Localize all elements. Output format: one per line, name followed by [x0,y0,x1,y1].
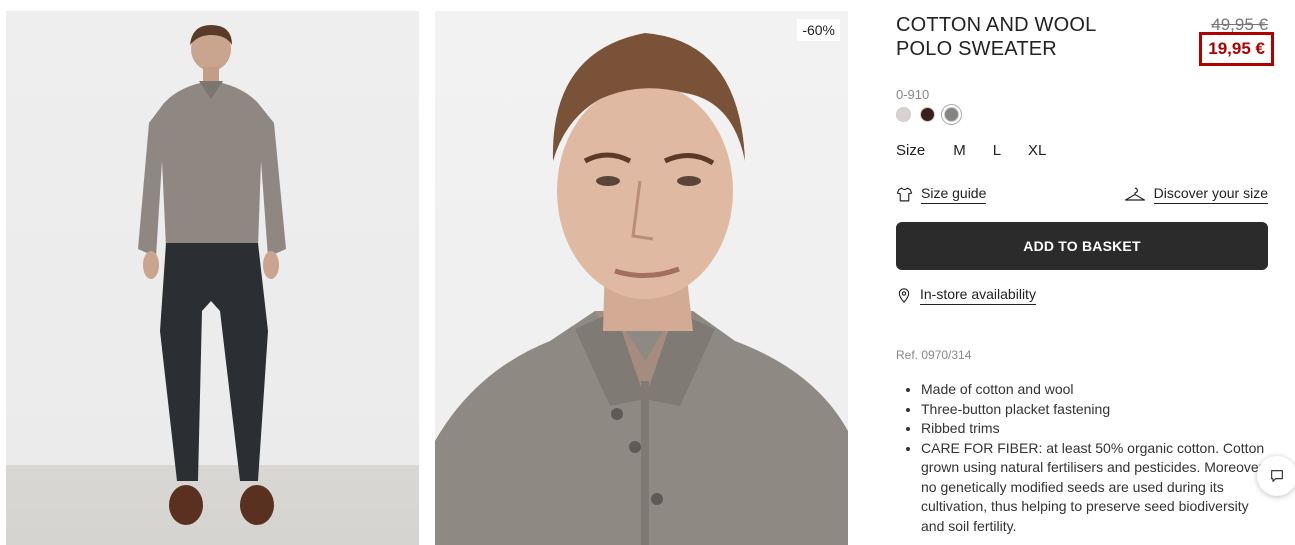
feature-item: Made of cotton and wool [921,380,1268,400]
feature-item: Three-button placket fastening [921,400,1268,420]
size-selector: Size M L XL [896,142,1073,159]
sale-price: 19,95 € [1199,32,1274,66]
discover-size-label: Discover your size [1153,185,1268,204]
hanger-icon [1124,187,1145,201]
product-image-full-body[interactable] [6,11,419,545]
product-info-panel: COTTON AND WOOL POLO SWEATER 49,95 € 19,… [896,0,1274,545]
color-swatch-grey[interactable] [944,107,959,122]
size-option-m[interactable]: M [953,142,966,159]
in-store-availability-link[interactable]: In-store availability [896,286,1036,305]
size-option-l[interactable]: L [993,142,1001,159]
color-swatch-dark-brown[interactable] [920,107,935,122]
location-pin-icon [898,288,910,304]
discover-size-link[interactable]: Discover your size [1124,185,1268,204]
discount-badge: -60% [797,19,840,41]
chat-bubble-icon [1271,470,1283,482]
model-full-body-illustration [138,25,286,525]
t-shirt-icon [896,187,913,202]
model-portrait-illustration [435,33,848,545]
color-swatch-light-beige[interactable] [896,107,911,122]
add-to-basket-button[interactable]: ADD TO BASKET [896,222,1268,270]
size-option-xl[interactable]: XL [1028,142,1046,159]
product-features: Made of cotton and wool Three-button pla… [896,380,1268,536]
product-image-portrait[interactable]: -60% [435,11,848,545]
size-guide-label: Size guide [921,185,987,204]
feature-item: CARE FOR FIBER: at least 50% organic cot… [921,439,1268,537]
size-guide-link[interactable]: Size guide [896,185,987,204]
product-title: COTTON AND WOOL POLO SWEATER [896,14,1096,60]
feature-item: Ribbed trims [921,419,1268,439]
color-swatches [896,107,959,122]
in-store-availability-label: In-store availability [920,286,1036,305]
size-links: Size guide Discover your size [896,185,1268,207]
color-code: 0-910 [896,87,930,102]
chat-button[interactable] [1257,456,1295,496]
product-reference: Ref. 0970/314 [896,348,972,362]
size-label: Size [896,142,926,159]
